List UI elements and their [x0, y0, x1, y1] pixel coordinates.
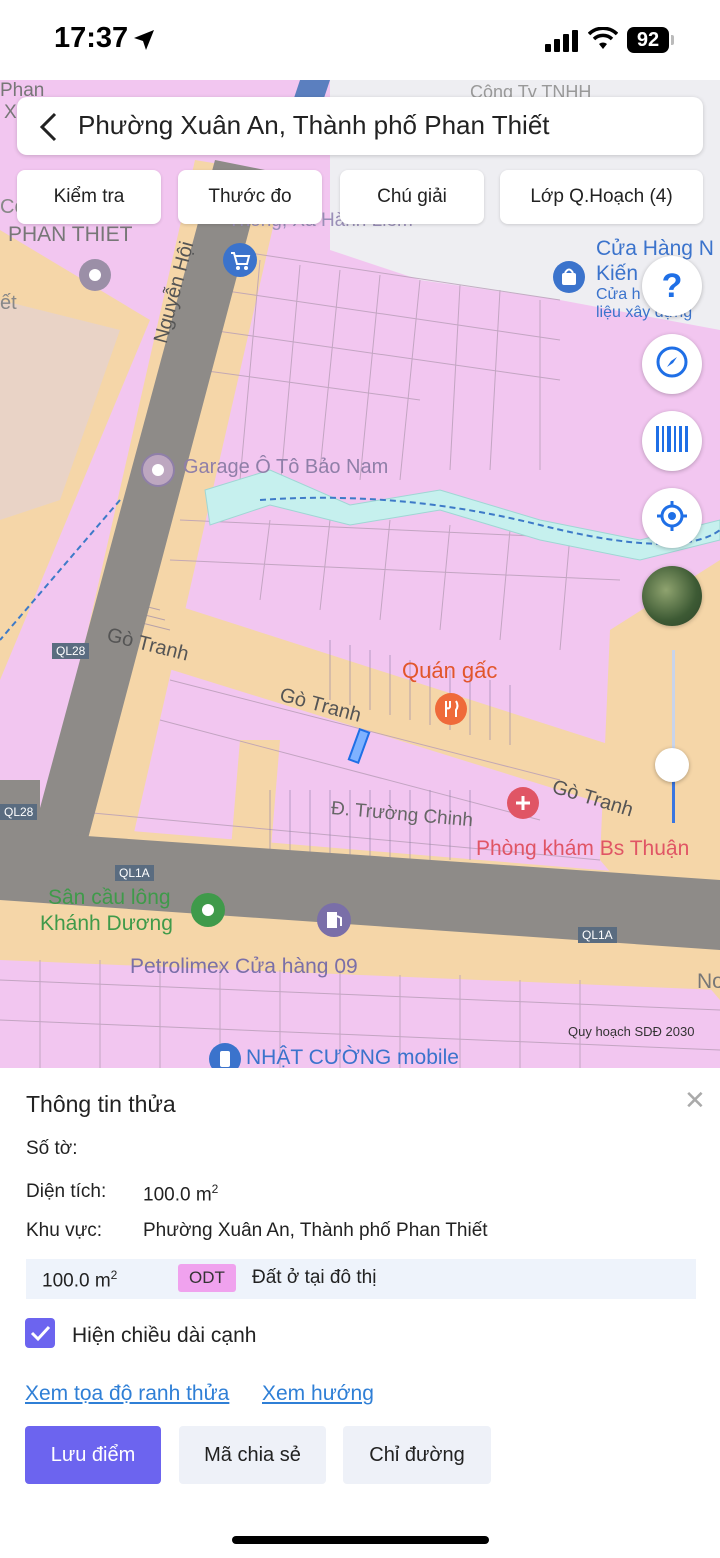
- land-code-badge: ODT: [178, 1264, 236, 1292]
- mobile-store-icon[interactable]: [208, 1042, 242, 1070]
- locate-crosshair-icon: [655, 499, 689, 538]
- location-arrow-icon: [132, 28, 156, 57]
- map-label-petrolimex: Petrolimex Cửa hàng 09: [130, 955, 358, 978]
- status-time: 17:37: [54, 22, 129, 54]
- directions-button[interactable]: Chỉ đường: [343, 1426, 491, 1484]
- sheet-number-label: Số tờ:: [26, 1138, 78, 1159]
- my-location-button[interactable]: [642, 488, 702, 548]
- checkmark-icon: [30, 1325, 51, 1342]
- map-label-garage: Garage Ô Tô Bảo Nam: [183, 456, 389, 478]
- land-type-text: Đất ở tại đô thị: [252, 1267, 377, 1288]
- map-label-no: No: [697, 970, 720, 993]
- legend-button[interactable]: Chú giải: [340, 170, 484, 224]
- view-direction-link[interactable]: Xem hướng: [262, 1382, 374, 1406]
- home-indicator[interactable]: [232, 1536, 489, 1544]
- view-coordinates-link[interactable]: Xem tọa độ ranh thửa: [25, 1382, 229, 1406]
- measure-button[interactable]: Thước đo: [178, 170, 322, 224]
- parcel-info-sheet: Thông tin thửa ✕ Số tờ: Diện tích: 100.0…: [0, 1068, 720, 1558]
- planning-layers-button[interactable]: Lớp Q.Hoạch (4): [500, 170, 703, 224]
- sports-court-icon[interactable]: [190, 892, 226, 933]
- show-edges-checkbox[interactable]: [25, 1318, 55, 1348]
- battery-level: 92: [627, 27, 669, 53]
- question-mark-icon: ?: [661, 266, 683, 305]
- map-label-ql28-a: QL28: [52, 643, 90, 659]
- map-label-ql1a-b: QL1A: [578, 927, 617, 943]
- map-label-nhat-cuong: NHẬT CƯỜNG mobile: [246, 1046, 459, 1069]
- help-button[interactable]: ?: [642, 256, 702, 316]
- restaurant-icon[interactable]: [434, 692, 468, 731]
- map-attribution: Quy hoạch SDĐ 2030: [568, 1024, 695, 1039]
- status-bar: 17:37 92: [0, 0, 720, 80]
- barcode-button[interactable]: [642, 411, 702, 471]
- poi-pin-icon[interactable]: [78, 258, 112, 297]
- land-use-area: 100.0 m2: [42, 1268, 118, 1292]
- map-label-kien: Kiến: [596, 262, 639, 285]
- map-label-san-cau-long: Sân cầu lông: [48, 886, 171, 909]
- sheet-heading: Thông tin thửa: [26, 1091, 176, 1117]
- map-label-ql28-b: QL28: [0, 804, 38, 820]
- map-label-phan-thiet: PHAN THIET: [8, 223, 133, 246]
- share-code-button[interactable]: Mã chia sẻ: [179, 1426, 326, 1484]
- check-button[interactable]: Kiểm tra: [17, 170, 161, 224]
- map-label-cua-hang: Cửa Hàng N: [596, 237, 714, 260]
- battery-tip-icon: [671, 35, 674, 45]
- compass-button[interactable]: [642, 334, 702, 394]
- satellite-view-button[interactable]: [642, 566, 702, 626]
- area-label: Diện tích:: [26, 1181, 107, 1202]
- map-label-x: X: [4, 102, 17, 123]
- region-label: Khu vực:: [26, 1220, 103, 1241]
- garage-poi-icon[interactable]: [140, 452, 176, 493]
- map-label-ql1a-a: QL1A: [115, 865, 154, 881]
- map-label-cua-h: Cửa h: [596, 286, 641, 303]
- page-title: Phường Xuân An, Thành phố Phan Thiết: [78, 110, 550, 140]
- shopping-cart-icon[interactable]: [222, 242, 258, 283]
- map-label-et: ết: [0, 292, 17, 314]
- map-label-quan-gac: Quán gấc: [402, 658, 498, 683]
- clinic-icon[interactable]: [506, 786, 540, 825]
- planning-map[interactable]: Phan X Công Ty TNHH Cô PHAN THIET ết Thố…: [0, 80, 720, 1070]
- map-label-khanh-duong: Khánh Dương: [40, 912, 173, 935]
- opacity-slider-handle[interactable]: [655, 748, 689, 782]
- map-label-phong-kham: Phòng khám Bs Thuận: [476, 837, 690, 860]
- compass-icon: [655, 345, 689, 384]
- area-value: 100.0 m2: [143, 1182, 219, 1206]
- save-point-button[interactable]: Lưu điểm: [25, 1426, 161, 1484]
- wifi-icon: [587, 26, 619, 56]
- show-edges-label[interactable]: Hiện chiều dài cạnh: [72, 1324, 256, 1348]
- close-icon[interactable]: ✕: [684, 1085, 706, 1116]
- barcode-icon: [656, 425, 688, 457]
- cellular-signal-icon: [545, 30, 579, 57]
- fuel-station-icon[interactable]: [316, 902, 352, 943]
- land-use-row: 100.0 m2 ODT Đất ở tại đô thị: [26, 1259, 696, 1299]
- region-value: Phường Xuân An, Thành phố Phan Thiết: [143, 1220, 488, 1241]
- location-header: Phường Xuân An, Thành phố Phan Thiết: [17, 97, 703, 155]
- store-bag-icon[interactable]: [552, 260, 586, 299]
- back-arrow-icon[interactable]: [35, 111, 61, 148]
